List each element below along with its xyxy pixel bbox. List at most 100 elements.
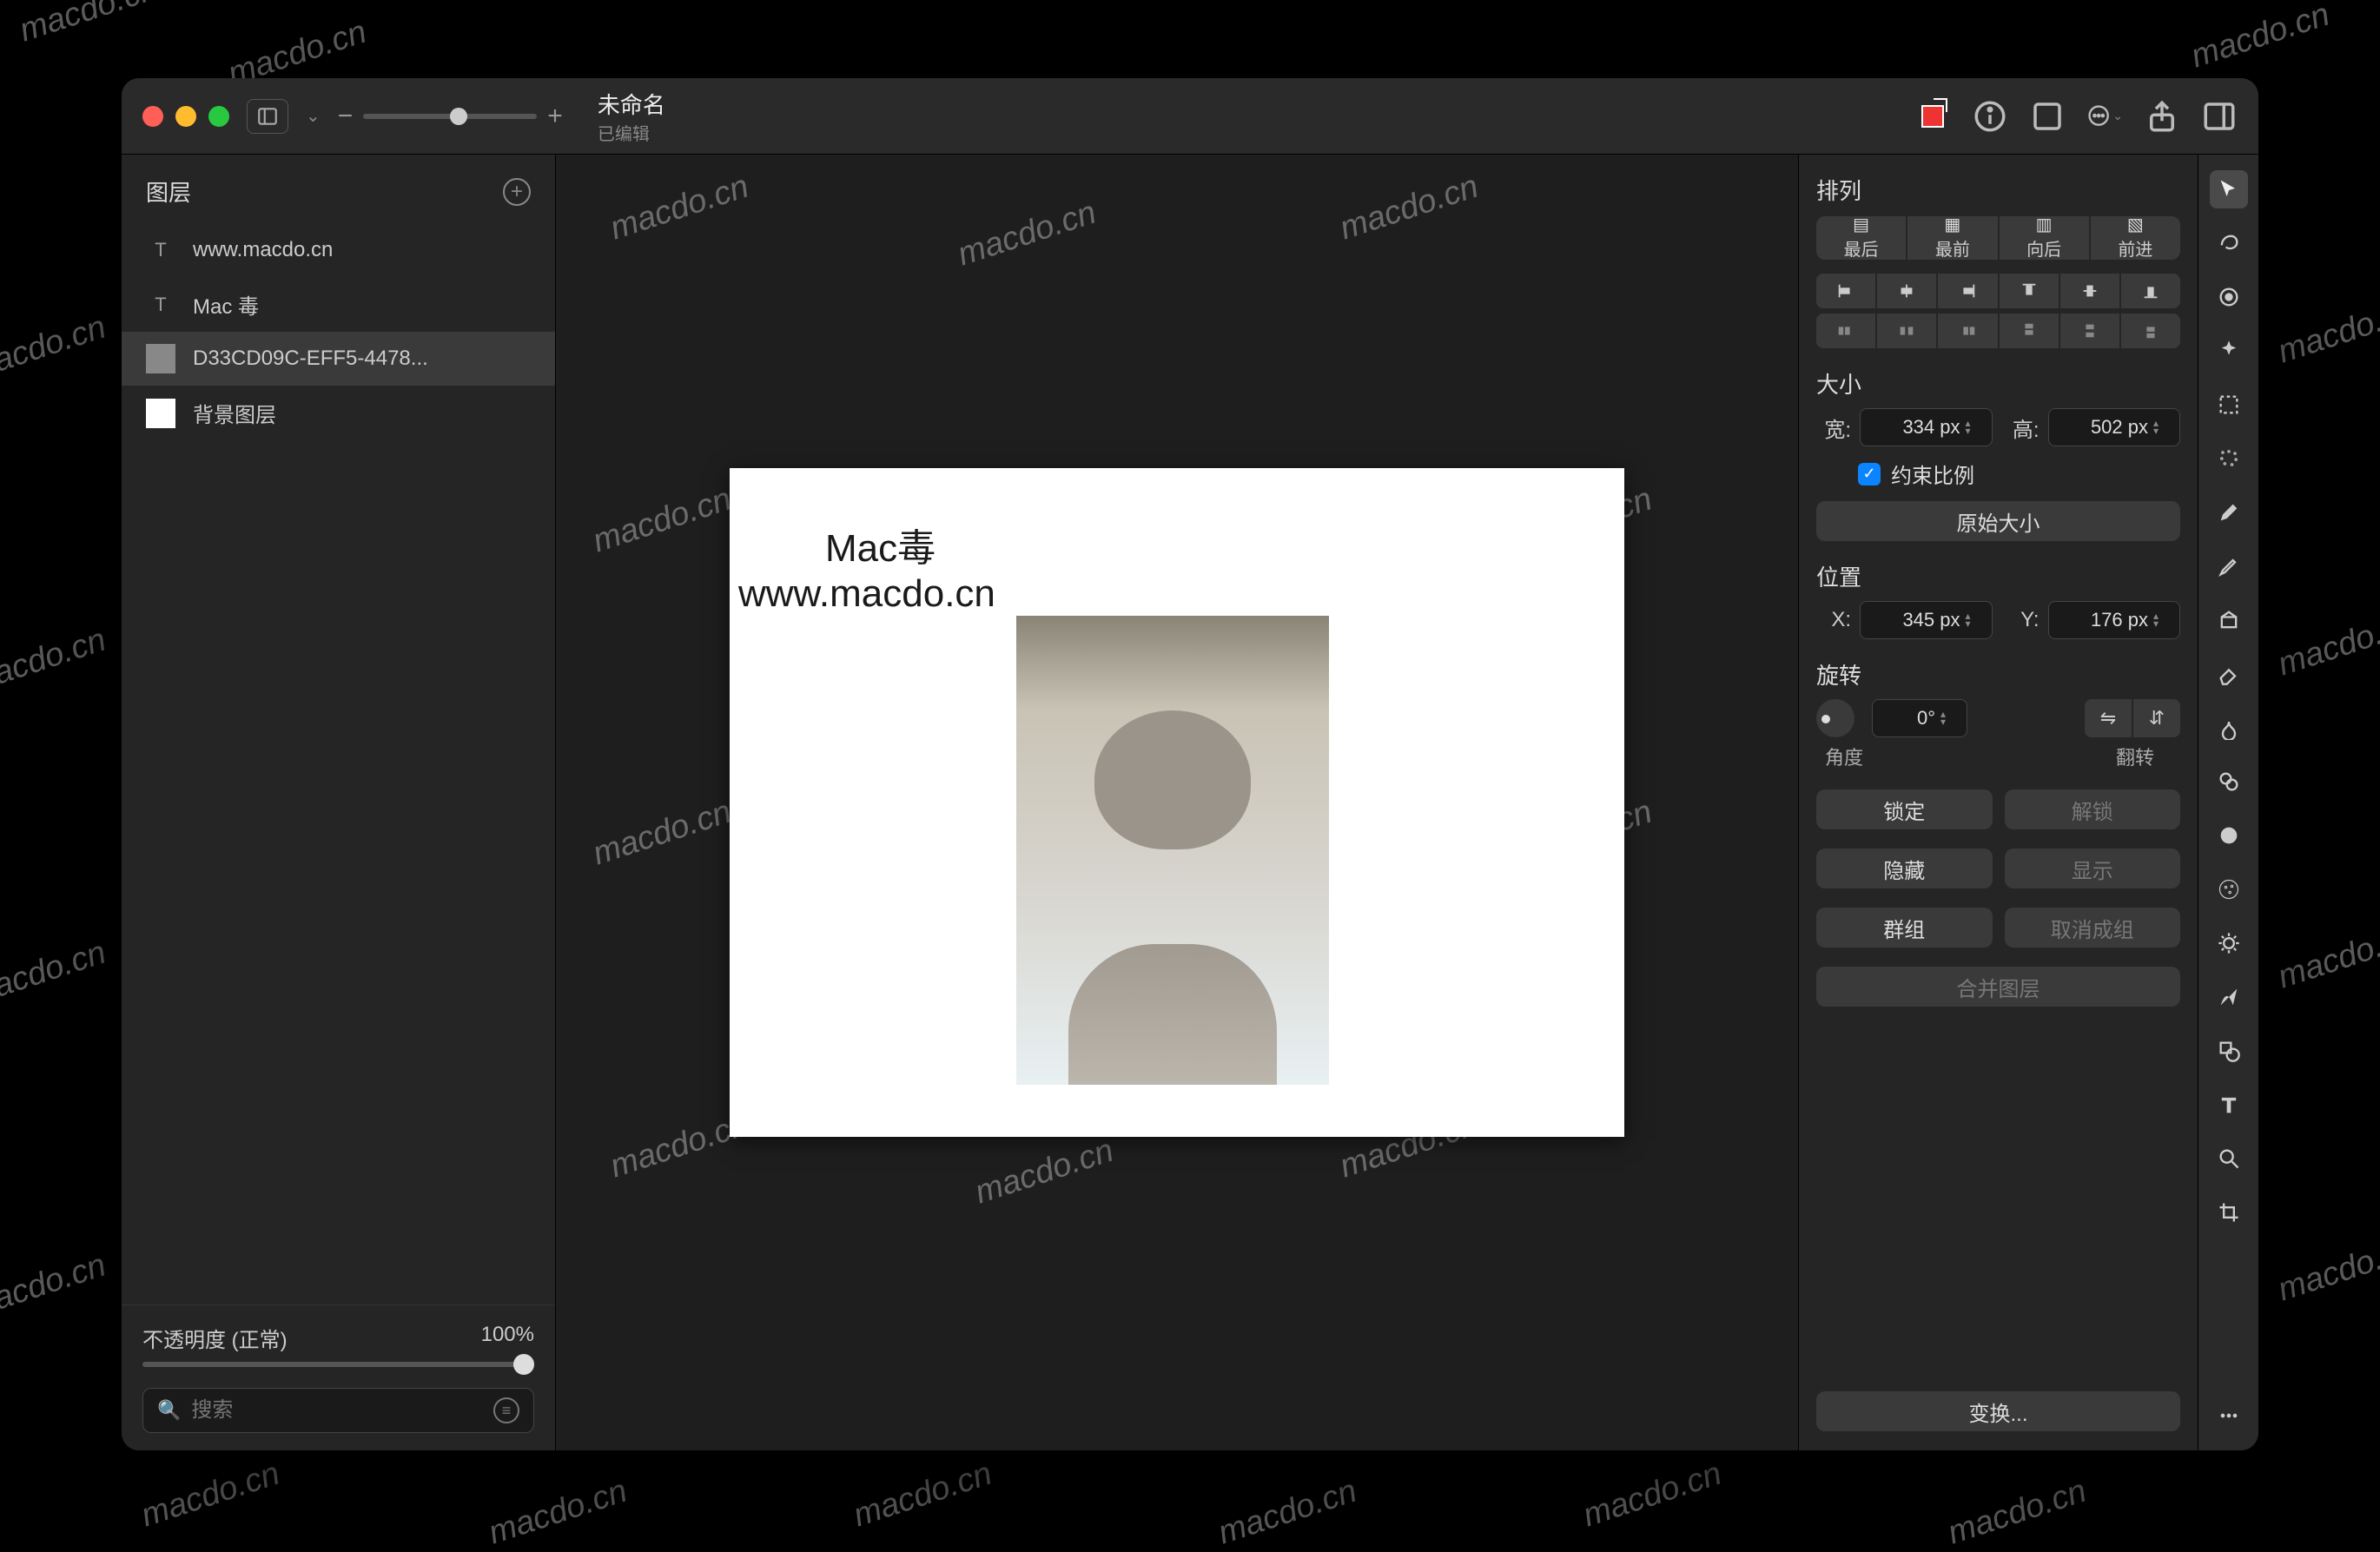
show-button[interactable]: 显示 (2005, 849, 2181, 888)
more-menu-button[interactable]: ⌄ (2086, 98, 2123, 135)
right-sidebar-toggle-button[interactable] (2201, 98, 2238, 135)
distribute-left-button[interactable] (1816, 314, 1875, 348)
layer-item-text[interactable]: T Mac 毒 (122, 277, 555, 332)
text-layer-icon: T (146, 290, 175, 320)
width-input[interactable]: 334 px▴▾ (1860, 408, 1993, 446)
inspector-panel: 排列 ▤最后 ▦最前 ▥向后 ▧前进 (1798, 155, 2198, 1450)
distribute-right-button[interactable] (1938, 314, 1997, 348)
arrow-tool[interactable] (2210, 170, 2248, 208)
flip-vertical-button[interactable]: ⇵ (2133, 699, 2180, 737)
fullscreen-window-button[interactable] (208, 106, 229, 127)
unlock-button[interactable]: 解锁 (2005, 789, 2181, 829)
align-right-button[interactable] (1938, 274, 1997, 308)
arrange-backward-button[interactable]: ▥向后 (2000, 216, 2089, 260)
arrange-front-button[interactable]: ▦最前 (1907, 216, 1997, 260)
canvas-text-2[interactable]: www.macdo.cn (738, 572, 995, 616)
red-swatch-icon (1921, 105, 1944, 128)
smudge-tool[interactable] (2210, 709, 2248, 747)
fill-tool[interactable] (2210, 601, 2248, 639)
shape-tool[interactable] (2210, 1032, 2248, 1070)
distribute-vcenter-button[interactable] (2060, 314, 2119, 348)
chevron-down-icon[interactable]: ⌄ (306, 105, 321, 127)
free-select-tool[interactable] (2210, 224, 2248, 262)
stepper-icon[interactable]: ▴▾ (1966, 419, 1983, 435)
align-vcenter-button[interactable] (2060, 274, 2119, 308)
text-tool[interactable] (2210, 1086, 2248, 1124)
constrain-checkbox[interactable]: ✓ (1858, 463, 1881, 485)
x-input[interactable]: 345 px▴▾ (1860, 601, 1993, 639)
distribute-top-button[interactable] (2000, 314, 2059, 348)
align-bottom-button[interactable] (2121, 274, 2180, 308)
lasso-tool[interactable] (2210, 439, 2248, 478)
y-input[interactable]: 176 px▴▾ (2048, 601, 2181, 639)
canvas-text-1[interactable]: Mac毒 (825, 517, 935, 572)
brush-tool[interactable] (2210, 547, 2248, 585)
watermark: macdo.cn (136, 1456, 284, 1535)
stepper-icon[interactable]: ▴▾ (1966, 612, 1983, 628)
pen-tool[interactable] (2210, 493, 2248, 532)
app-window: ⌄ − + 未命名 已编辑 ⌄ (122, 78, 2258, 1450)
clone-tool[interactable] (2210, 763, 2248, 801)
ungroup-button[interactable]: 取消成组 (2005, 908, 2181, 948)
merge-layers-button[interactable]: 合并图层 (1816, 967, 2180, 1007)
magic-wand-tool[interactable] (2210, 332, 2248, 370)
arrange-forward-button[interactable]: ▧前进 (2091, 216, 2180, 260)
sharpen-tool[interactable] (2210, 816, 2248, 855)
opacity-slider[interactable] (142, 1362, 534, 1367)
angle-input[interactable]: 0°▴▾ (1872, 699, 1967, 737)
zoom-slider[interactable] (363, 114, 537, 119)
distribute-bottom-button[interactable] (2121, 314, 2180, 348)
transform-button[interactable]: 变换... (1816, 1391, 2180, 1431)
eraser-tool[interactable] (2210, 655, 2248, 693)
color-select-tool[interactable] (2210, 278, 2248, 316)
opacity-value: 100% (481, 1323, 534, 1353)
rotation-dial[interactable] (1816, 699, 1854, 737)
sponge-tool[interactable] (2210, 870, 2248, 908)
zoom-in-icon[interactable]: + (547, 102, 563, 131)
stepper-icon[interactable]: ▴▾ (1940, 710, 1958, 726)
distribute-hcenter-button[interactable] (1877, 314, 1936, 348)
layer-item-text[interactable]: T www.macdo.cn (122, 223, 555, 277)
sidebar-toggle-button[interactable] (247, 99, 288, 134)
minimize-window-button[interactable] (175, 106, 196, 127)
stepper-icon[interactable]: ▴▾ (2153, 419, 2171, 435)
color-swatch-button[interactable] (1914, 98, 1951, 135)
filter-button[interactable]: ≡ (493, 1397, 519, 1423)
opacity-label[interactable]: 不透明度 (正常) (142, 1323, 288, 1353)
zoom-tool[interactable] (2210, 1139, 2248, 1178)
adjust-tool[interactable] (2210, 924, 2248, 962)
layer-item-background[interactable]: 背景图层 (122, 386, 555, 440)
layer-item-image[interactable]: D33CD09C-EFF5-4478... (122, 332, 555, 386)
lock-button[interactable]: 锁定 (1816, 789, 1993, 829)
crop-tool[interactable] (2210, 1193, 2248, 1232)
document-status: 已编辑 (598, 120, 665, 145)
add-layer-button[interactable]: + (503, 178, 531, 206)
layer-search[interactable]: 🔍 ≡ (142, 1388, 534, 1433)
watermark: macdo.cn (1335, 168, 1483, 248)
height-input[interactable]: 502 px▴▾ (2048, 408, 2181, 446)
layer-label: www.macdo.cn (193, 238, 333, 262)
arrange-back-button[interactable]: ▤最后 (1816, 216, 1906, 260)
zoom-out-icon[interactable]: − (338, 102, 354, 131)
stepper-icon[interactable]: ▴▾ (2153, 612, 2171, 628)
panel-toggle-button[interactable] (2029, 98, 2066, 135)
share-button[interactable] (2144, 98, 2180, 135)
hide-button[interactable]: 隐藏 (1816, 849, 1993, 888)
flip-horizontal-button[interactable]: ⇋ (2085, 699, 2132, 737)
marquee-tool[interactable] (2210, 386, 2248, 424)
zoom-control[interactable]: − + (338, 102, 563, 131)
search-input[interactable] (191, 1398, 483, 1423)
path-tool[interactable] (2210, 978, 2248, 1016)
group-button[interactable]: 群组 (1816, 908, 1993, 948)
align-left-button[interactable] (1816, 274, 1875, 308)
watermark: macdo.cn (970, 1133, 1118, 1212)
align-top-button[interactable] (2000, 274, 2059, 308)
canvas-area[interactable]: macdo.cn macdo.cn macdo.cn macdo.cn macd… (556, 155, 1798, 1450)
close-window-button[interactable] (142, 106, 163, 127)
original-size-button[interactable]: 原始大小 (1816, 501, 2180, 541)
artboard[interactable]: Mac毒 www.macdo.cn (730, 468, 1624, 1137)
align-hcenter-button[interactable] (1877, 274, 1936, 308)
canvas-image-cat[interactable] (1016, 616, 1329, 1085)
more-tools-button[interactable] (2210, 1397, 2248, 1435)
info-button[interactable] (1972, 98, 2008, 135)
